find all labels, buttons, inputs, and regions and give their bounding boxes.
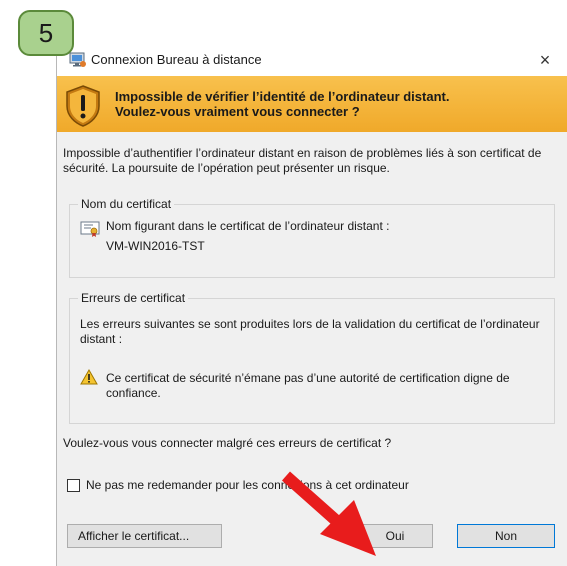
title-bar: Connexion Bureau à distance × — [57, 44, 567, 76]
warning-triangle-icon — [80, 369, 98, 385]
banner-message: Impossible de vérifier l’identité de l’o… — [115, 89, 449, 119]
close-button[interactable]: × — [522, 44, 567, 76]
no-button[interactable]: Non — [457, 524, 555, 548]
banner-line-2: Voulez-vous vraiment vous connecter ? — [115, 104, 360, 119]
certificate-group-legend: Nom du certificat — [78, 197, 175, 211]
shield-warning-icon — [66, 85, 100, 127]
error-message: Ce certificat de sécurité n’émane pas d’… — [106, 371, 510, 400]
certificate-name-value: VM-WIN2016-TST — [106, 239, 205, 253]
screenshot-canvas: Connexion Bureau à distance × Impossible… — [0, 0, 567, 566]
remote-desktop-dialog: Connexion Bureau à distance × Impossible… — [56, 44, 567, 566]
checkbox-box[interactable] — [67, 478, 80, 492]
dont-ask-again-checkbox[interactable]: Ne pas me redemander pour les connexions… — [67, 478, 409, 492]
window-title: Connexion Bureau à distance — [91, 52, 262, 67]
certificate-name-group: Nom du certificat Nom figurant dans le c… — [69, 197, 555, 278]
errors-group-legend: Erreurs de certificat — [78, 291, 189, 305]
certificate-errors-group: Erreurs de certificat Les erreurs suivan… — [69, 291, 555, 424]
intro-message: Impossible d’authentifier l’ordinateur d… — [63, 146, 542, 175]
remote-desktop-icon — [69, 52, 86, 67]
certificate-name-label: Nom figurant dans le certificat de l’ord… — [106, 219, 390, 233]
banner-line-1: Impossible de vérifier l’identité de l’o… — [115, 89, 450, 104]
errors-description: Les erreurs suivantes se sont produites … — [80, 317, 540, 346]
step-badge: 5 — [18, 10, 74, 56]
warning-banner: Impossible de vérifier l’identité de l’o… — [57, 76, 567, 132]
checkbox-label[interactable]: Ne pas me redemander pour les connexions… — [86, 478, 409, 492]
confirmation-question: Voulez-vous vous connecter malgré ces er… — [63, 436, 392, 450]
certificate-icon — [80, 221, 100, 237]
yes-button[interactable]: Oui — [357, 524, 433, 548]
close-icon: × — [539, 49, 551, 70]
show-certificate-button[interactable]: Afficher le certificat... — [67, 524, 222, 548]
